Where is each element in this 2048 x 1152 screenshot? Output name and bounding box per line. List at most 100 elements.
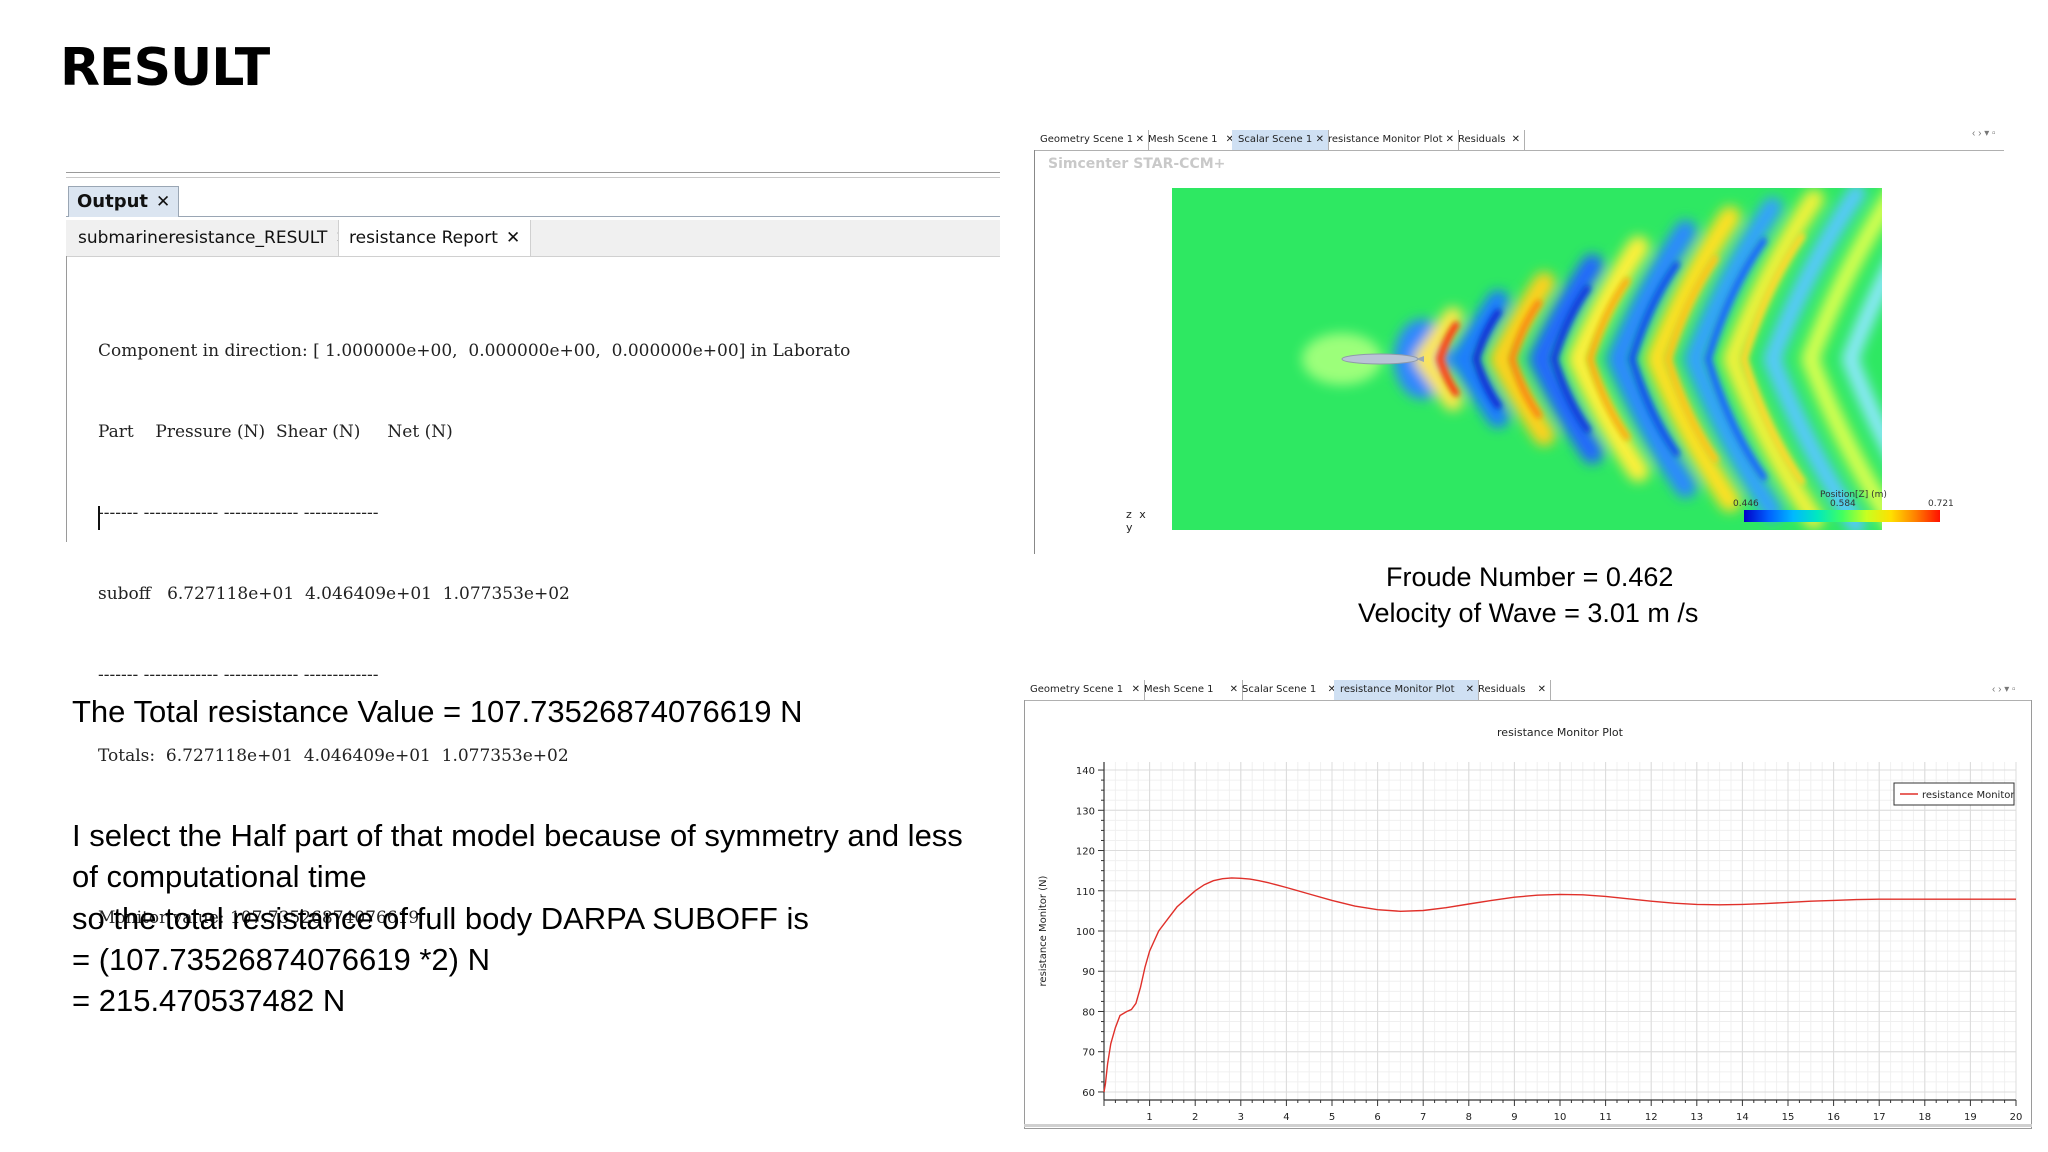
legend-label: resistance Monitor xyxy=(1922,790,2015,801)
close-icon[interactable]: ✕ xyxy=(1512,130,1520,150)
x-tick-label: 10 xyxy=(1554,1112,1567,1123)
colorbar-mid-label: 0.584 xyxy=(1830,499,1856,509)
tab-resistance-report[interactable]: resistance Report ✕ xyxy=(338,220,532,256)
y-axis-label: resistance Monitor (N) xyxy=(1038,875,1049,986)
x-tick-label: 4 xyxy=(1283,1112,1289,1123)
scene-left-border xyxy=(1034,150,1035,554)
submarine-hull xyxy=(1341,353,1419,365)
x-tick-label: 19 xyxy=(1964,1112,1977,1123)
tab-scalar-scene[interactable]: Scalar Scene 1 ✕ xyxy=(1236,680,1341,700)
axes-triad: z x y xyxy=(1126,508,1146,534)
colorbar-max-label: 0.721 xyxy=(1928,499,1954,509)
close-icon[interactable]: ✕ xyxy=(506,228,520,248)
tab-submarineresistance-result[interactable]: submarineresistance_RESULT✕ xyxy=(68,220,360,256)
report-line: Totals: 6.727118e+01 4.046409e+01 1.0773… xyxy=(98,746,569,766)
triad-y-label: y xyxy=(1126,521,1133,534)
y-tick-label: 90 xyxy=(1082,967,1095,978)
output-tab-strip xyxy=(66,186,1000,217)
close-icon[interactable]: ✕ xyxy=(156,192,170,212)
tab-label: Residuals xyxy=(1458,134,1506,145)
tab-geometry-scene[interactable]: Geometry Scene 1 ✕ xyxy=(1034,130,1149,150)
brand-watermark: Simcenter STAR-CCM+ xyxy=(1048,156,1226,172)
window-controls[interactable]: ‹ › ▾ ▫ xyxy=(1992,684,2016,695)
explanation-line: I select the Half part of that model bec… xyxy=(72,818,963,853)
panel-top-divider xyxy=(66,172,1000,178)
tab-output[interactable]: Output ✕ xyxy=(68,186,180,217)
triad-z-label: z xyxy=(1126,508,1132,521)
y-tick-label: 60 xyxy=(1082,1088,1095,1099)
y-tick-label: 100 xyxy=(1076,927,1095,938)
panel-left-border xyxy=(66,256,67,542)
tab-label: Scalar Scene 1 xyxy=(1242,684,1317,695)
tab-scalar-scene[interactable]: Scalar Scene 1 ✕ xyxy=(1232,130,1329,150)
slide-title: RESULT xyxy=(60,38,270,98)
chart-title: resistance Monitor Plot xyxy=(1497,726,1624,739)
report-line: ------- ------------- ------------- ----… xyxy=(98,503,379,523)
x-tick-label: 8 xyxy=(1466,1112,1472,1123)
output-panel: Output✕ submarineresistance_RESULT✕ resi… xyxy=(66,172,1000,928)
report-line: Part Pressure (N) Shear (N) Net (N) xyxy=(98,422,453,442)
close-icon[interactable]: ✕ xyxy=(1538,680,1546,700)
tab-output-label: Output xyxy=(77,191,149,212)
tab-resistance-monitor-plot[interactable]: resistance Monitor Plot ✕ xyxy=(1322,130,1459,150)
x-tick-label: 14 xyxy=(1736,1112,1749,1123)
resistance-monitor-chart[interactable]: 1 2 3 4 5 6 7 8 9 10 11 12 13 14 15 16 17 18 19 20607080901… xyxy=(1024,700,2032,1124)
monitor-plot-window: Geometry Scene 1 ✕ Mesh Scene 1 ✕ Scalar S… xyxy=(1024,680,2032,1130)
x-tick-label: 12 xyxy=(1645,1112,1658,1123)
tab-mesh-scene[interactable]: Mesh Scene 1 ✕ xyxy=(1138,680,1243,700)
y-tick-label: 120 xyxy=(1076,847,1095,858)
tab-label: resistance Monitor Plot xyxy=(1340,684,1455,695)
tab-label: Geometry Scene 1 xyxy=(1040,134,1134,145)
y-tick-label: 110 xyxy=(1076,887,1095,898)
explanation-line: so the total resistance of full body DAR… xyxy=(72,901,809,936)
tab-mesh-scene[interactable]: Mesh Scene 1 ✕ xyxy=(1142,130,1239,150)
tab-label: resistance Monitor Plot xyxy=(1328,134,1443,145)
colorbar-min-label: 0.446 xyxy=(1733,499,1759,509)
scene-tab-bar: Geometry Scene 1 ✕ Mesh Scene 1 ✕ Scalar S… xyxy=(1034,130,2004,151)
scalar-scene-window: Geometry Scene 1 ✕ Mesh Scene 1 ✕ Scalar S… xyxy=(1034,124,2004,554)
x-tick-label: 7 xyxy=(1420,1112,1426,1123)
tab-label: Mesh Scene 1 xyxy=(1148,134,1218,145)
triad-x-label: x xyxy=(1139,508,1146,521)
monitor-tab-bar: Geometry Scene 1 ✕ Mesh Scene 1 ✕ Scalar S… xyxy=(1024,680,2032,701)
report-line: Component in direction: [ 1.000000e+00, … xyxy=(98,341,851,361)
colorbar xyxy=(1744,510,1940,522)
x-tick-label: 15 xyxy=(1782,1112,1795,1123)
window-controls[interactable]: ‹ › ▾ ▫ xyxy=(1972,128,1996,139)
x-tick-label: 6 xyxy=(1374,1112,1380,1123)
total-resistance-text: The Total resistance Value = 107.7352687… xyxy=(72,694,803,729)
x-tick-label: 5 xyxy=(1329,1112,1335,1123)
tab-label: Mesh Scene 1 xyxy=(1144,684,1214,695)
tab-geometry-scene[interactable]: Geometry Scene 1 ✕ xyxy=(1024,680,1145,700)
x-tick-label: 2 xyxy=(1192,1112,1198,1123)
chart-legend: resistance Monitor xyxy=(1893,782,2015,806)
x-tick-label: 17 xyxy=(1873,1112,1886,1123)
tab-residuals[interactable]: Residuals ✕ xyxy=(1452,130,1525,150)
tab-label: submarineresistance_RESULT xyxy=(78,228,328,248)
explanation-line: of computational time xyxy=(72,859,367,894)
explanation-line: = (107.73526874076619 *2) N xyxy=(72,942,490,977)
tab-label: resistance Report xyxy=(349,228,498,248)
x-tick-label: 11 xyxy=(1599,1112,1612,1123)
report-line: ------- ------------- ------------- ----… xyxy=(98,665,379,685)
wave-contour-plot[interactable] xyxy=(1172,188,1882,530)
y-tick-label: 80 xyxy=(1082,1007,1095,1018)
y-tick-label: 130 xyxy=(1076,806,1095,817)
text-caret[interactable] xyxy=(98,506,100,530)
x-tick-label: 13 xyxy=(1690,1112,1703,1123)
wave-velocity-text: Velocity of Wave = 3.01 m /s xyxy=(1358,598,1699,628)
tab-label: Residuals xyxy=(1478,684,1526,695)
explanation-line: = 215.470537482 N xyxy=(72,983,346,1018)
x-tick-label: 1 xyxy=(1146,1112,1152,1123)
monitor-bottom-border xyxy=(1024,1124,2032,1127)
tab-label: Scalar Scene 1 xyxy=(1238,134,1313,145)
y-tick-label: 140 xyxy=(1076,766,1095,777)
tab-residuals[interactable]: Residuals ✕ xyxy=(1472,680,1551,700)
x-tick-label: 18 xyxy=(1918,1112,1931,1123)
report-line: suboff 6.727118e+01 4.046409e+01 1.07735… xyxy=(98,584,570,604)
y-tick-label: 70 xyxy=(1082,1048,1095,1059)
x-tick-label: 3 xyxy=(1238,1112,1244,1123)
tab-resistance-monitor-plot[interactable]: resistance Monitor Plot ✕ xyxy=(1334,680,1479,700)
froude-number-text: Froude Number = 0.462 xyxy=(1386,562,1674,592)
x-tick-label: 20 xyxy=(2010,1112,2023,1123)
